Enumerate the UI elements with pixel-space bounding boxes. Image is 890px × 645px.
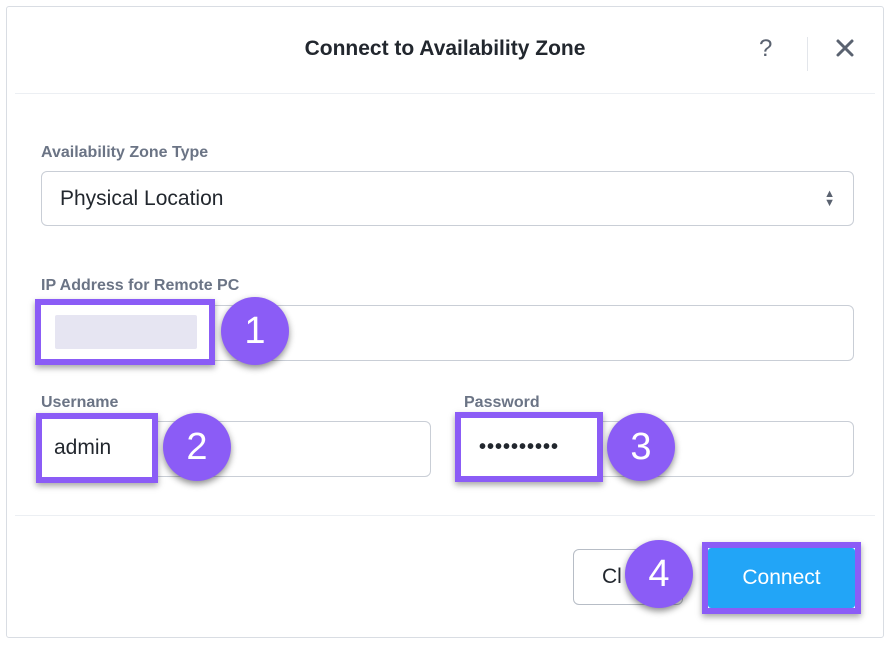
step-2-badge: 2 bbox=[163, 413, 231, 481]
header-divider bbox=[807, 37, 808, 71]
password-highlight[interactable]: •••••••••• bbox=[455, 412, 603, 482]
username-label: Username bbox=[41, 394, 119, 411]
step-4-badge: 4 bbox=[625, 540, 693, 608]
password-label: Password bbox=[464, 394, 540, 411]
connect-highlight[interactable]: Connect bbox=[702, 542, 861, 614]
footer-divider-line bbox=[15, 515, 875, 516]
close-icon[interactable] bbox=[833, 36, 857, 60]
step-1-badge: 1 bbox=[221, 297, 289, 365]
header-divider-line bbox=[15, 93, 875, 94]
zone-type-select[interactable]: Physical Location ▲ ▼ bbox=[41, 171, 854, 226]
dialog-title: Connect to Availability Zone bbox=[304, 37, 586, 60]
username-value: admin bbox=[54, 436, 112, 459]
connect-button[interactable]: Connect bbox=[708, 548, 855, 608]
dialog-header: Connect to Availability Zone ? bbox=[7, 7, 883, 93]
step-3-badge: 3 bbox=[607, 413, 675, 481]
ip-address-redacted-value bbox=[55, 315, 197, 349]
select-arrows-icon: ▲ ▼ bbox=[824, 187, 835, 209]
ip-address-highlight[interactable] bbox=[35, 299, 215, 365]
help-icon[interactable]: ? bbox=[759, 35, 772, 63]
zone-type-label: Availability Zone Type bbox=[41, 144, 209, 161]
username-highlight[interactable]: admin bbox=[36, 413, 158, 483]
ip-address-label: IP Address for Remote PC bbox=[41, 277, 240, 294]
password-value: •••••••••• bbox=[479, 435, 560, 458]
zone-type-value: Physical Location bbox=[60, 186, 224, 210]
connect-dialog: Connect to Availability Zone ? Availabil… bbox=[6, 6, 884, 638]
